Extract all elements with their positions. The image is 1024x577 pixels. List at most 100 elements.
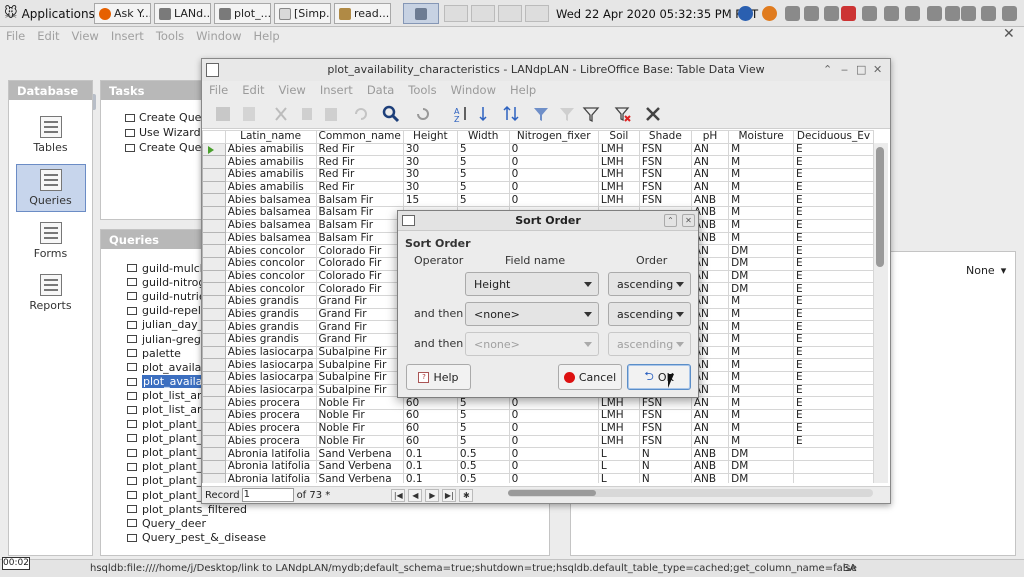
table-cell[interactable]: Abies lasiocarpa xyxy=(224,358,317,373)
table-cell[interactable]: FSN xyxy=(638,155,692,170)
table-cell[interactable]: E xyxy=(793,269,874,284)
table-cell[interactable]: Red Fir xyxy=(315,155,404,170)
menu-help[interactable]: Help xyxy=(503,81,543,99)
table-cell[interactable]: AN xyxy=(690,180,730,195)
menu-insert[interactable]: Insert xyxy=(313,81,360,99)
table-cell[interactable]: AN xyxy=(690,421,730,436)
table-cell[interactable]: Abies grandis xyxy=(224,320,317,334)
table-cell[interactable]: E xyxy=(793,320,874,334)
table-cell[interactable]: DM xyxy=(728,459,795,474)
table-cell[interactable]: AN xyxy=(690,409,730,423)
copy-icon[interactable] xyxy=(298,105,316,123)
table-cell[interactable]: LMH xyxy=(597,396,640,411)
table-cell[interactable]: 5 xyxy=(456,434,510,449)
table-cell[interactable]: Abies lasiocarpa xyxy=(224,371,317,385)
table-cell[interactable]: 0.5 xyxy=(456,447,510,461)
close-document-icon[interactable]: ✕ xyxy=(1003,26,1015,42)
row-header[interactable] xyxy=(202,434,226,449)
table-cell[interactable]: Colorado Fir xyxy=(315,244,404,258)
table-cell[interactable]: 60 xyxy=(402,421,458,436)
table-cell[interactable]: FSN xyxy=(638,421,692,436)
row-header[interactable] xyxy=(202,256,226,271)
autofilter-icon[interactable] xyxy=(532,105,550,123)
table-cell[interactable]: ANB xyxy=(690,193,730,208)
column-header[interactable]: Moisture xyxy=(728,130,795,144)
preview-select[interactable]: None ▾ xyxy=(966,264,1006,277)
field-name-select-1[interactable]: Height xyxy=(465,272,599,296)
table-cell[interactable]: 5 xyxy=(456,409,510,423)
horizontal-scrollbar-thumb[interactable] xyxy=(508,490,596,496)
nav-queries[interactable]: Queries xyxy=(15,164,86,212)
location-icon[interactable] xyxy=(841,6,856,21)
standard-filter-icon[interactable] xyxy=(558,105,576,123)
task-use-wizard[interactable]: Use Wizard t xyxy=(101,125,209,140)
find-icon[interactable] xyxy=(382,105,400,123)
table-cell[interactable]: L xyxy=(597,472,640,483)
row-header[interactable] xyxy=(202,472,226,483)
table-cell[interactable]: M xyxy=(728,345,795,360)
row-header[interactable] xyxy=(202,142,226,157)
table-cell[interactable]: LMH xyxy=(597,193,640,208)
workspace-switcher[interactable] xyxy=(444,5,549,22)
ok-button[interactable]: ⮌ OK xyxy=(627,364,691,390)
table-cell[interactable] xyxy=(793,459,874,474)
table-cell[interactable]: AN xyxy=(690,396,730,411)
order-select-2[interactable]: ascending xyxy=(608,302,691,326)
table-cell[interactable]: E xyxy=(793,345,874,360)
table-cell[interactable]: Balsam Fir xyxy=(315,231,404,246)
table-cell[interactable]: E xyxy=(793,206,874,220)
close-icon[interactable]: ✕ xyxy=(682,214,695,227)
taskbar-item-readme[interactable]: read... xyxy=(334,3,391,24)
table-cell[interactable]: Colorado Fir xyxy=(315,256,404,271)
table-row[interactable]: Abies amabilis Red Fir 30 5 0 LMH FSN AN M E xyxy=(202,155,874,170)
table-cell[interactable]: E xyxy=(793,371,874,385)
order-select-1[interactable]: ascending xyxy=(608,272,691,296)
sort-descending-icon[interactable] xyxy=(478,105,496,123)
table-cell[interactable]: E xyxy=(793,358,874,373)
table-row[interactable]: Abies amabilis Red Fir 30 5 0 LMH FSN AN M E xyxy=(202,168,874,182)
table-cell[interactable]: Sand Verbena xyxy=(315,472,404,483)
table-cell[interactable]: 0 xyxy=(508,459,599,474)
table-cell[interactable]: Grand Fir xyxy=(315,320,404,334)
table-cell[interactable]: Subalpine Fir xyxy=(315,383,404,398)
table-cell[interactable]: 0 xyxy=(508,447,599,461)
delete-record-icon[interactable] xyxy=(644,105,662,123)
table-cell[interactable]: 0.5 xyxy=(456,472,510,483)
table-cell[interactable]: Noble Fir xyxy=(315,421,404,436)
table-cell[interactable]: E xyxy=(793,434,874,449)
menu-file[interactable]: File xyxy=(0,27,31,45)
search-icon[interactable] xyxy=(824,6,839,21)
table-cell[interactable]: 0 xyxy=(508,168,599,182)
table-cell[interactable]: Abies concolor xyxy=(224,256,317,271)
table-cell[interactable]: 60 xyxy=(402,396,458,411)
table-cell[interactable]: E xyxy=(793,231,874,246)
table-cell[interactable]: Abies grandis xyxy=(224,294,317,309)
table-cell[interactable]: 5 xyxy=(456,142,510,157)
table-cell[interactable]: AN xyxy=(690,142,730,157)
close-icon[interactable]: ✕ xyxy=(873,63,882,76)
remove-filter-icon[interactable] xyxy=(614,105,632,123)
column-header[interactable]: Latin_name xyxy=(224,130,317,144)
table-cell[interactable]: Abies procera xyxy=(224,434,317,449)
sort-order-icon[interactable] xyxy=(502,105,520,123)
screen-icon[interactable] xyxy=(981,6,996,21)
undo-icon[interactable] xyxy=(352,105,370,123)
table-cell[interactable]: E xyxy=(793,294,874,309)
task-create-query-design[interactable]: Create Quer xyxy=(101,110,209,125)
table-cell[interactable]: E xyxy=(793,155,874,170)
table-cell[interactable]: 30 xyxy=(402,168,458,182)
table-cell[interactable]: Abies procera xyxy=(224,396,317,411)
battery-icon[interactable] xyxy=(905,6,920,21)
table-cell[interactable]: AN xyxy=(690,155,730,170)
row-header[interactable] xyxy=(202,320,226,334)
table-cell[interactable]: DM xyxy=(728,244,795,258)
taskbar-item-landplan[interactable]: LANd... xyxy=(154,3,211,24)
table-cell[interactable]: FSN xyxy=(638,142,692,157)
volume-icon[interactable] xyxy=(862,6,877,21)
workspace-2[interactable] xyxy=(471,5,495,22)
table-cell[interactable]: FSN xyxy=(638,180,692,195)
menu-tools[interactable]: Tools xyxy=(150,27,190,45)
table-cell[interactable]: L xyxy=(597,459,640,474)
table-cell[interactable]: 0 xyxy=(508,409,599,423)
table-cell[interactable]: ANB xyxy=(690,447,730,461)
